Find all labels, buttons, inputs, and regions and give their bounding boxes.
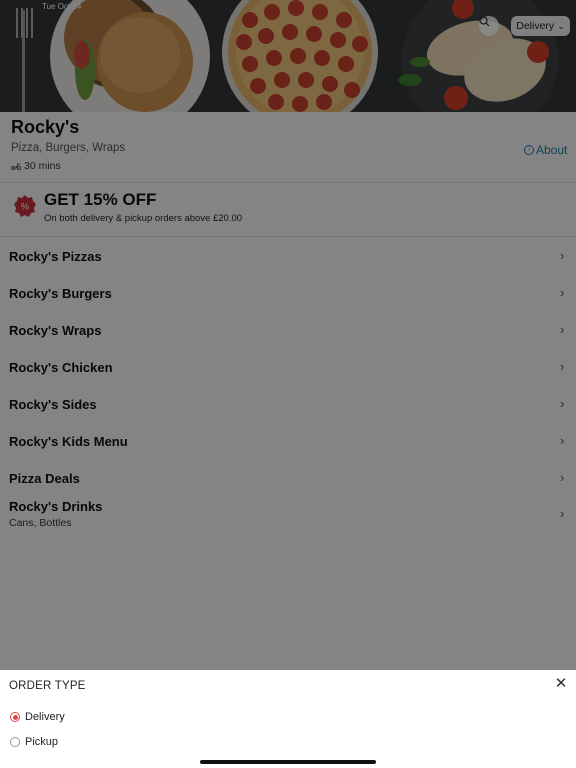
- order-type-sheet: ORDER TYPE ✕ Delivery Pickup: [0, 670, 576, 768]
- close-icon[interactable]: ✕: [553, 676, 569, 692]
- order-type-option-delivery[interactable]: Delivery: [10, 710, 65, 724]
- sheet-title: ORDER TYPE: [9, 680, 86, 692]
- home-indicator: [200, 760, 376, 764]
- radio-selected-icon[interactable]: [10, 712, 20, 722]
- modal-backdrop[interactable]: [0, 0, 576, 670]
- option-label: Delivery: [25, 711, 65, 723]
- order-type-option-pickup[interactable]: Pickup: [10, 735, 58, 749]
- option-label: Pickup: [25, 736, 59, 748]
- radio-unselected-icon[interactable]: [10, 737, 20, 747]
